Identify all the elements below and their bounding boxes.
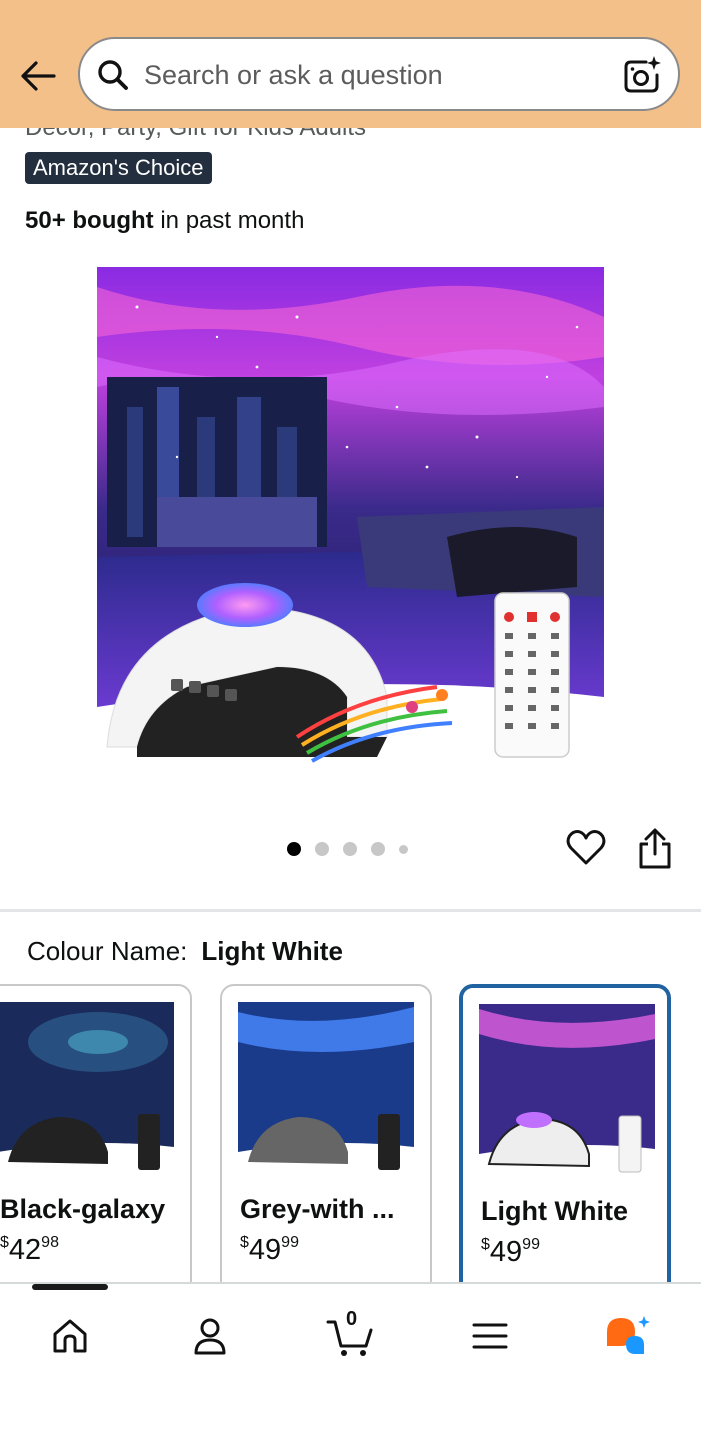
price-whole: 49 [248,1234,282,1266]
carousel-dot[interactable] [371,842,385,856]
bottom-nav: 0 [0,1282,701,1440]
top-header [0,0,701,128]
carousel-dot[interactable] [315,842,329,856]
menu-icon [472,1323,508,1349]
price-whole: 42 [8,1234,42,1266]
section-divider [0,909,701,912]
swatch-thumbnail [0,1002,174,1174]
price-currency: $ [0,1234,9,1251]
price-currency: $ [481,1236,490,1253]
carousel-dot[interactable] [287,842,301,856]
bought-suffix: in past month [153,207,305,234]
nav-rufus[interactable] [604,1312,652,1360]
swatch-name: Grey-with ... [240,1194,395,1224]
product-image[interactable] [97,267,604,772]
drag-handle[interactable] [32,1284,108,1290]
price-whole: 49 [489,1236,523,1268]
rufus-ai-icon [607,1316,650,1354]
price-currency: $ [240,1234,249,1251]
account-icon [194,1318,226,1355]
price-fraction: 98 [41,1234,59,1251]
swatch-price: $4999 [240,1234,299,1267]
nav-cart[interactable]: 0 [326,1308,374,1360]
camera-sparkle-icon[interactable] [622,55,662,95]
swatch-name: Light White [481,1196,628,1226]
price-fraction: 99 [522,1236,540,1253]
back-button[interactable] [18,56,58,96]
heart-icon[interactable] [566,828,606,868]
swatch-name: Black-galaxy [0,1194,166,1224]
bought-in-past-month: 50+ bought in past month [25,207,304,235]
colour-name-row: Colour Name: Light White [27,936,343,967]
swatch-thumbnail [238,1002,414,1174]
swatch-price: $4999 [481,1236,540,1269]
nav-account[interactable] [186,1312,234,1360]
share-icon[interactable] [636,828,674,870]
nav-home[interactable] [46,1312,94,1360]
carousel-dot[interactable] [343,842,357,856]
home-icon [53,1319,87,1353]
swatch-light-white[interactable]: Light White $4999 [459,984,671,1304]
back-arrow-icon [21,61,56,91]
swatch-black-galaxy[interactable]: Black-galaxy $4298 [0,984,192,1304]
swatch-thumbnail [479,1004,655,1176]
colour-label: Colour Name: [27,936,188,966]
search-bar[interactable] [78,37,680,111]
cart-count: 0 [346,1308,358,1330]
carousel-dot[interactable] [399,844,408,854]
image-carousel-dots[interactable] [287,842,408,856]
swatch-grey-with[interactable]: Grey-with ... $4999 [220,984,432,1304]
nav-menu[interactable] [466,1312,514,1360]
search-icon [98,60,128,90]
bought-count: 50+ bought [25,207,154,234]
price-fraction: 99 [281,1234,299,1251]
swatch-price: $4298 [0,1234,59,1267]
amazons-choice-badge: Amazon's Choice [25,152,212,184]
search-input[interactable] [144,53,594,97]
colour-value: Light White [201,936,343,966]
